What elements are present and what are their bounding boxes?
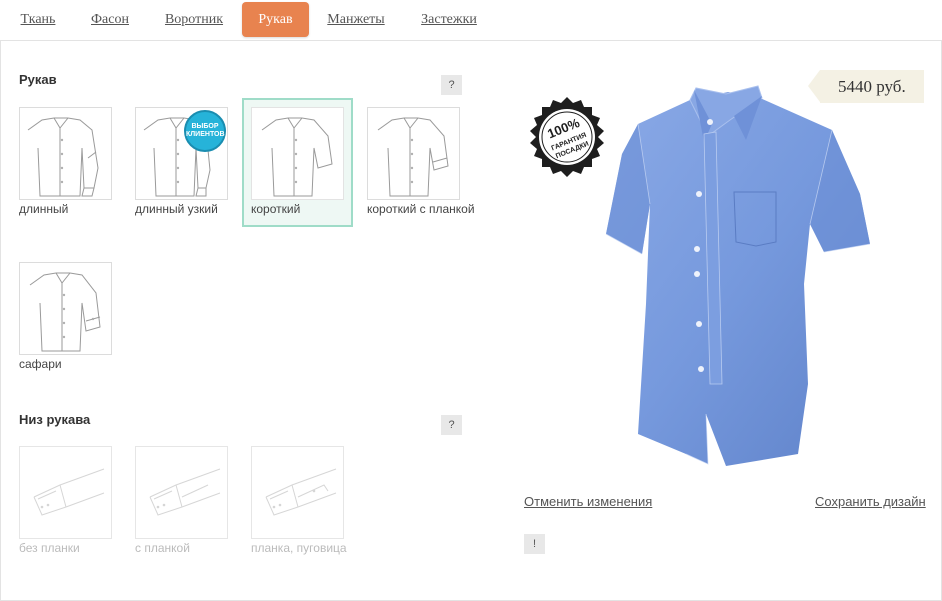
cuff-placket-icon [149,468,221,516]
cuff-option-placket[interactable]: с планкой [135,446,248,566]
cuff-placket-button-icon [265,468,337,516]
save-design-link[interactable]: Сохранить дизайн [815,494,926,509]
shirt-safari-sleeve-icon [29,272,101,352]
sleeve-option-long[interactable]: длинный [19,107,132,237]
tab-sleeve[interactable]: Рукав [242,2,309,37]
cuff-placket-thumb [135,446,228,539]
info-button[interactable]: ! [524,534,545,554]
shirt-long-sleeve-icon [27,117,99,197]
sleeve-option-label: сафари [19,357,62,371]
sleeve-option-short[interactable]: короткий [242,98,353,227]
tab-fasteners[interactable]: Застежки [409,2,489,37]
tab-collar[interactable]: Воротник [155,2,233,37]
cuff-no-placket-thumb [19,446,112,539]
sleeve-help-button[interactable]: ? [441,75,462,95]
cuff-option-label: без планки [19,541,80,555]
sleeve-option-label: короткий с планкой [367,202,475,216]
cancel-changes-link[interactable]: Отменить изменения [524,494,652,509]
sleeve-short-placket-thumb [367,107,460,200]
sleeve-option-label: короткий [251,202,301,216]
cuff-option-label: планка, пуговица [251,541,347,555]
sleeve-option-label: длинный узкий [135,202,218,216]
tab-cuffs[interactable]: Манжеты [318,2,394,37]
cuff-option-no-placket[interactable]: без планки [19,446,132,566]
tab-fabric[interactable]: Ткань [10,2,66,37]
shirt-preview-image [605,85,871,466]
sleeve-safari-thumb [19,262,112,355]
cuff-placket-button-thumb [251,446,344,539]
sleeve-long-thumb [19,107,112,200]
shirt-short-sleeve-icon [261,117,333,197]
sleeve-bottom-help-button[interactable]: ? [441,415,462,435]
cuff-option-label: с планкой [135,541,190,555]
sleeve-option-label: длинный [19,202,69,216]
fit-guarantee-seal-icon: 100% ГАРАНТИЯ ПОСАДКИ [530,97,604,177]
frame-left [0,41,1,601]
sleeve-option-safari[interactable]: сафари [19,262,132,377]
cuff-option-placket-button[interactable]: планка, пуговица [251,446,364,576]
customer-choice-badge-icon: ВЫБОР КЛИЕНТОВ [184,110,226,152]
tab-bar: Ткань Фасон Воротник Рукав Манжеты Засте… [0,0,942,41]
sleeve-short-thumb [251,107,344,200]
cuff-no-placket-icon [33,468,105,516]
sleeve-option-short-placket[interactable]: короткий с планкой [367,107,480,237]
shirt-short-placket-sleeve-icon [377,117,449,197]
sleeve-section-title: Рукав [19,72,57,87]
tab-style[interactable]: Фасон [80,2,140,37]
sleeve-bottom-section-title: Низ рукава [19,412,91,427]
